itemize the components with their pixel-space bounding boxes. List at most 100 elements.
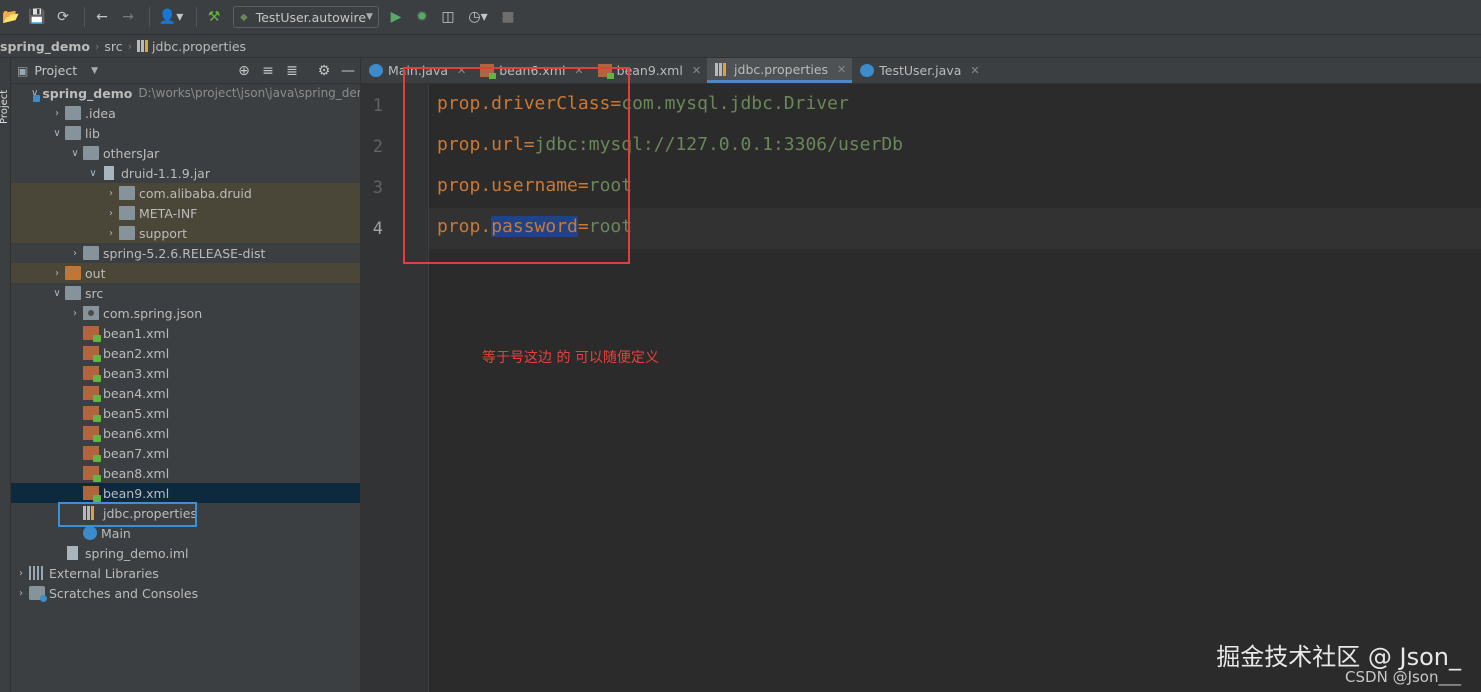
tree-item-label: bean7.xml — [103, 445, 170, 461]
chevron-right-icon[interactable]: › — [103, 228, 119, 239]
tree-item-label: spring_demo.iml — [85, 545, 189, 561]
property-value: com.mysql.jdbc.Driver — [621, 93, 849, 114]
tree-item-label: bean9.xml — [103, 485, 170, 501]
project-view-selector[interactable]: Project — [34, 63, 77, 78]
hide-panel-icon[interactable]: — — [336, 63, 360, 79]
expand-all-icon[interactable]: ≡ — [256, 63, 280, 79]
chevron-down-icon[interactable]: ∨ — [85, 168, 101, 179]
tree-item[interactable]: › com.spring.json — [11, 303, 360, 323]
tree-item[interactable]: ∨ lib — [11, 123, 360, 143]
tree-item[interactable]: ∨ druid-1.1.9.jar — [11, 163, 360, 183]
tree-item-label: spring_demo — [42, 85, 133, 101]
xml-file-icon — [83, 486, 101, 502]
tree-item[interactable]: › com.alibaba.druid — [11, 183, 360, 203]
xml-file-icon — [83, 406, 101, 422]
tree-item-label: bean5.xml — [103, 405, 170, 421]
breadcrumb: spring_demo › src › jdbc.properties — [0, 35, 1481, 58]
collapse-all-icon[interactable]: ≣ — [280, 63, 304, 79]
xml-file-icon — [83, 426, 101, 442]
chevron-right-icon[interactable]: › — [103, 188, 119, 199]
tree-item-label: bean6.xml — [103, 425, 170, 441]
profile-icon[interactable]: ◷▾ — [463, 6, 493, 28]
tree-item[interactable]: › .idea — [11, 103, 360, 123]
xml-file-icon — [83, 366, 101, 382]
user-icon[interactable]: 👤▾ — [156, 6, 186, 28]
tree-item[interactable]: bean6.xml — [11, 423, 360, 443]
line-number: 3 — [372, 178, 383, 198]
tree-item[interactable]: bean3.xml — [11, 363, 360, 383]
project-tool-window-button[interactable]: Project — [0, 90, 10, 124]
project-panel: ▣ Project ▼ ⊕ ≡ ≣ ⚙ — ∨ spring_demo D:\wor… — [11, 58, 361, 692]
breadcrumb-src[interactable]: src — [104, 39, 122, 54]
xml-file-icon — [83, 386, 101, 402]
chevron-down-icon[interactable]: ▼ — [91, 66, 98, 76]
chevron-down-icon: ▼ — [366, 12, 373, 22]
chevron-right-icon[interactable]: › — [13, 588, 29, 599]
editor-tab[interactable]: TestUser.java ✕ — [852, 58, 985, 83]
line-number: 1 — [372, 96, 383, 116]
sync-icon[interactable]: ⟳ — [52, 6, 74, 28]
build-hammer-icon[interactable]: ⚒ — [203, 6, 225, 28]
tree-item-label: com.alibaba.druid — [139, 185, 252, 201]
close-icon[interactable]: ✕ — [837, 63, 846, 76]
tree-item-label: Main — [101, 525, 131, 541]
tree-item[interactable]: bean7.xml — [11, 443, 360, 463]
chevron-right-icon[interactable]: › — [67, 248, 83, 259]
tree-item-label: .idea — [85, 105, 116, 121]
annotation-note: 等于号这边 的 可以随便定义 — [482, 350, 659, 366]
back-icon[interactable]: ← — [91, 6, 113, 28]
run-icon[interactable]: ▶ — [385, 6, 407, 28]
gear-icon[interactable]: ⚙ — [312, 63, 336, 79]
tree-item[interactable]: › External Libraries — [11, 563, 360, 583]
tree-item[interactable]: › support — [11, 223, 360, 243]
tree-item[interactable]: ∨ othersJar — [11, 143, 360, 163]
chevron-right-icon[interactable]: › — [49, 108, 65, 119]
tree-item[interactable]: › META-INF — [11, 203, 360, 223]
open-folder-icon[interactable]: 📂 — [0, 6, 22, 28]
tool-window-stripe: Project — [0, 58, 11, 692]
tree-item[interactable]: ∨ src — [11, 283, 360, 303]
editor-tab-active[interactable]: jdbc.properties ✕ — [707, 58, 853, 83]
chevron-down-icon[interactable]: ∨ — [67, 148, 83, 159]
tree-item[interactable]: bean8.xml — [11, 463, 360, 483]
close-icon[interactable]: ✕ — [692, 64, 701, 77]
tree-item[interactable]: bean1.xml — [11, 323, 360, 343]
tree-item[interactable]: bean5.xml — [11, 403, 360, 423]
tree-item-label: support — [139, 225, 187, 241]
chevron-right-icon[interactable]: › — [13, 568, 29, 579]
source-folder-icon — [65, 286, 81, 300]
tree-item[interactable]: › out — [11, 263, 360, 283]
tree-item[interactable]: ∨ spring_demo D:\works\project\json\java\s… — [11, 83, 360, 103]
chevron-down-icon[interactable]: ∨ — [49, 128, 65, 139]
run-config-icon: ◆ — [240, 11, 248, 23]
libraries-icon — [29, 566, 45, 580]
close-icon[interactable]: ✕ — [970, 64, 979, 77]
xml-file-icon — [83, 346, 101, 362]
chevron-right-icon[interactable]: › — [67, 308, 83, 319]
editor-tab-label: jdbc.properties — [734, 61, 829, 77]
chevron-right-icon[interactable]: › — [103, 208, 119, 219]
xml-file-icon — [83, 466, 101, 482]
editor-tab-label: TestUser.java — [879, 63, 962, 78]
locate-icon[interactable]: ⊕ — [232, 63, 256, 79]
run-configuration-select[interactable]: ◆ TestUser.autowire ▼ — [233, 6, 379, 28]
java-class-icon — [83, 526, 97, 540]
java-class-icon — [860, 64, 875, 77]
tree-item[interactable]: bean4.xml — [11, 383, 360, 403]
debug-icon[interactable]: ✹ — [411, 6, 433, 28]
tree-item[interactable]: bean9.xml — [11, 483, 360, 503]
tree-item[interactable]: bean2.xml — [11, 343, 360, 363]
chevron-right-icon[interactable]: › — [49, 268, 65, 279]
tree-item[interactable]: › Scratches and Consoles — [11, 583, 360, 603]
chevron-down-icon[interactable]: ∨ — [49, 288, 65, 299]
forward-icon[interactable]: → — [117, 6, 139, 28]
stop-icon[interactable]: ■ — [497, 6, 519, 28]
save-icon[interactable]: 💾 — [26, 6, 48, 28]
folder-icon — [119, 186, 135, 200]
tree-item[interactable]: spring_demo.iml — [11, 543, 360, 563]
coverage-icon[interactable]: ◫ — [437, 6, 459, 28]
folder-icon — [65, 106, 81, 120]
breadcrumb-file[interactable]: jdbc.properties — [152, 39, 246, 54]
breadcrumb-project[interactable]: spring_demo — [0, 39, 90, 54]
tree-item[interactable]: › spring-5.2.6.RELEASE-dist — [11, 243, 360, 263]
